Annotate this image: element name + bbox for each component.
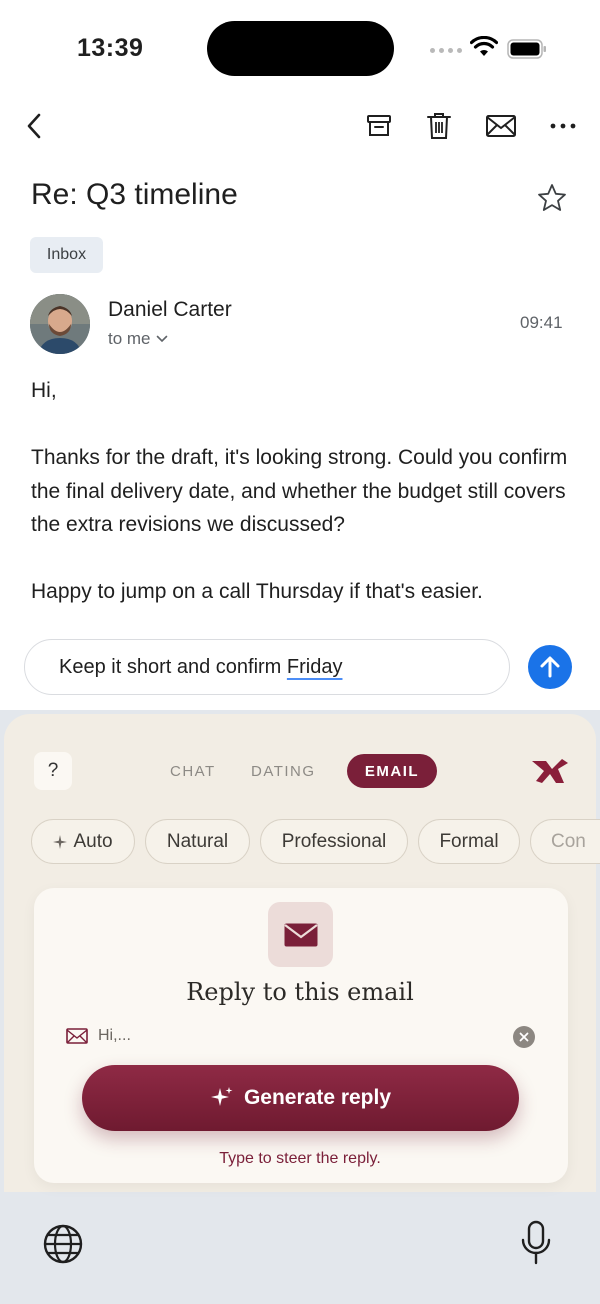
- tone-chip-more[interactable]: Con: [530, 819, 600, 864]
- clear-button[interactable]: [513, 1026, 535, 1048]
- tab-dating[interactable]: DATING: [251, 754, 316, 788]
- tone-chip-natural[interactable]: Natural: [145, 819, 250, 864]
- chevron-left-icon: [27, 113, 41, 139]
- arrow-up-icon: [540, 656, 560, 678]
- mark-unread-button[interactable]: [485, 110, 517, 142]
- wifi-icon: [470, 36, 498, 56]
- envelope-icon: [486, 115, 516, 137]
- archive-button[interactable]: [363, 110, 395, 142]
- generate-reply-label: Generate reply: [243, 1086, 392, 1109]
- prompt-text: Keep it short and confirm: [59, 655, 287, 678]
- card-title: Reply to this email: [186, 978, 414, 1006]
- help-button[interactable]: ?: [34, 752, 72, 790]
- generate-reply-button[interactable]: Generate reply: [82, 1065, 519, 1131]
- email-paragraph: Thanks for the draft, it's looking stron…: [31, 446, 568, 536]
- sender-avatar[interactable]: [30, 294, 90, 354]
- send-button[interactable]: [528, 645, 572, 689]
- steer-hint: Type to steer the reply.: [219, 1150, 381, 1167]
- tone-label: Professional: [281, 830, 387, 852]
- more-button[interactable]: [547, 110, 579, 142]
- tone-chip-row: Auto Natural Professional Formal Con: [0, 815, 600, 870]
- recipient-label: to me: [108, 329, 151, 348]
- chevron-down-icon: [156, 335, 167, 343]
- envelope-icon: [66, 1028, 88, 1044]
- close-icon: [519, 1032, 529, 1042]
- archive-icon: [367, 115, 391, 136]
- prompt-input[interactable]: Keep it short and confirm Friday: [24, 639, 510, 695]
- cellular-signal-icon: [430, 48, 462, 53]
- status-time: 13:39: [77, 34, 144, 62]
- tone-label: Auto: [73, 830, 113, 852]
- reply-envelope-tile: [268, 902, 333, 967]
- globe-icon[interactable]: [42, 1223, 84, 1265]
- sparkle-icon: [53, 834, 68, 849]
- brand-logo-icon: [532, 759, 568, 783]
- status-bar: 13:39: [0, 0, 600, 96]
- tone-chip-professional[interactable]: Professional: [260, 819, 408, 864]
- star-icon[interactable]: [536, 182, 568, 214]
- prompt-text-misspelled: Friday: [286, 655, 343, 678]
- tone-label: Con: [551, 830, 586, 852]
- tone-label: Formal: [439, 830, 499, 852]
- email-body: Hi, Thanks for the draft, it's looking s…: [31, 374, 571, 626]
- sparkle-icon: [210, 1087, 233, 1106]
- email-subject: Re: Q3 timeline: [31, 178, 238, 211]
- email-paragraph: Happy to jump on a call Thursday if that…: [31, 580, 483, 603]
- battery-icon: [507, 39, 546, 59]
- tab-chat[interactable]: CHAT: [170, 754, 216, 788]
- tone-chip-auto[interactable]: Auto: [31, 819, 135, 864]
- email-greeting: Hi,: [31, 379, 57, 402]
- tone-label: Natural: [166, 830, 229, 852]
- tone-chip-formal[interactable]: Formal: [418, 819, 520, 864]
- microphone-icon[interactable]: [520, 1220, 552, 1266]
- dynamic-island: [207, 21, 394, 76]
- more-dots-icon: [550, 123, 576, 129]
- back-button[interactable]: [18, 110, 50, 142]
- email-time: 09:41: [520, 313, 563, 332]
- email-toolbar: [0, 100, 600, 154]
- envelope-icon: [283, 923, 318, 946]
- trash-icon: [427, 113, 451, 139]
- email-preview-text: Hi,...: [98, 1027, 131, 1044]
- sender-name: Daniel Carter: [108, 298, 232, 321]
- inbox-label-chip[interactable]: Inbox: [30, 237, 103, 273]
- recipient-toggle[interactable]: to me: [108, 329, 168, 349]
- delete-button[interactable]: [423, 110, 455, 142]
- tab-email[interactable]: EMAIL: [347, 754, 437, 788]
